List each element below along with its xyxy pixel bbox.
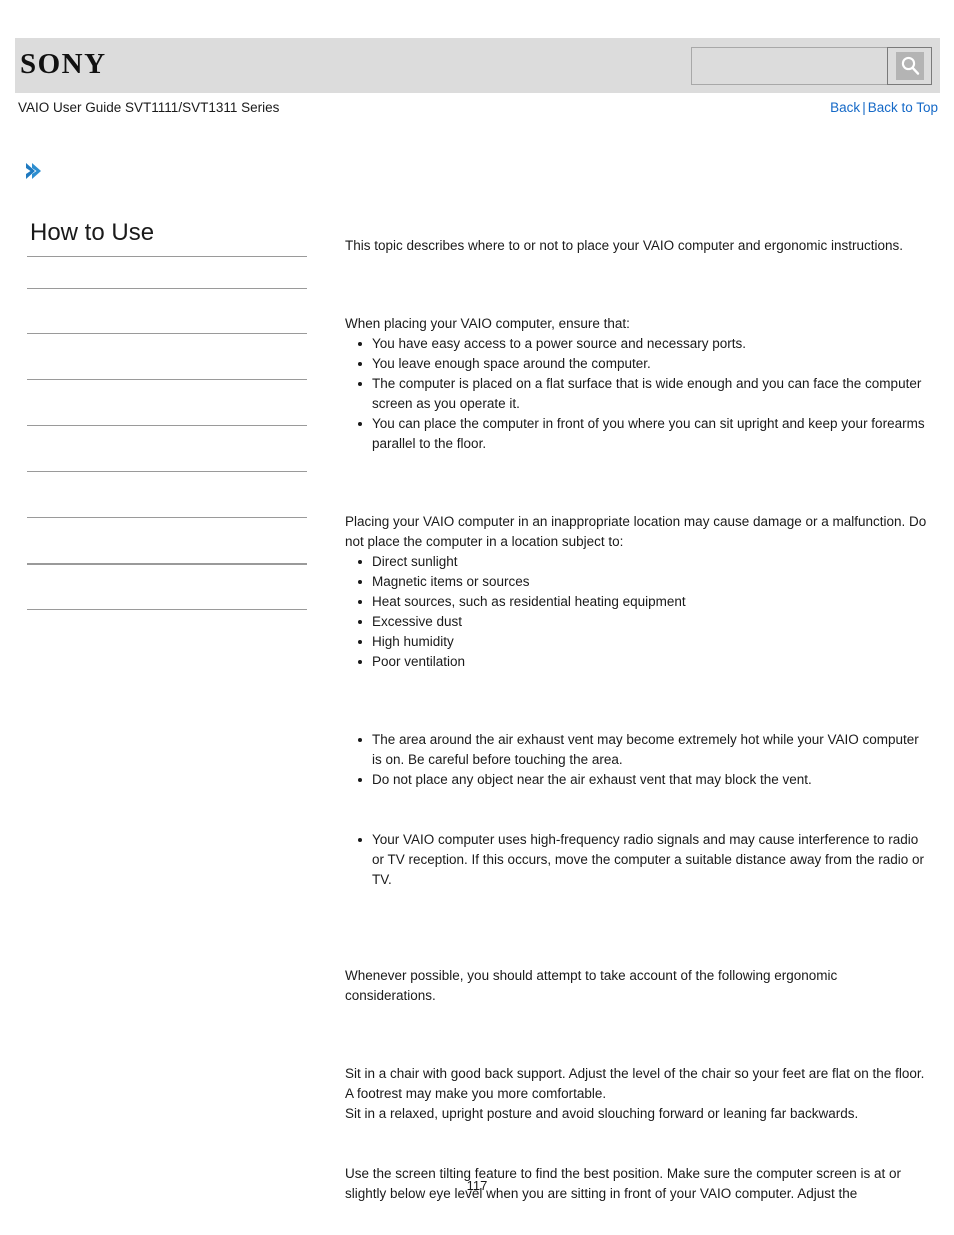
page-title: VAIO User Guide SVT1111/SVT1311 Series [18,100,280,115]
ergonomic-intro-paragraph: Whenever possible, you should attempt to… [345,968,838,1003]
sony-logo: SONY [20,48,107,80]
sidebar: How to Use [27,218,307,610]
sidebar-item-6[interactable] [27,518,307,563]
search-area [691,47,932,85]
page-number: 117 [466,1178,488,1193]
list-item: The area around the air exhaust vent may… [358,730,930,770]
list-item: Excessive dust [358,612,930,632]
list-item: Direct sunlight [358,552,930,572]
list-item: Your VAIO computer uses high-frequency r… [358,830,930,890]
list-item: You have easy access to a power source a… [358,334,930,354]
list-item: Poor ventilation [358,652,930,672]
site-header: SONY [15,38,940,93]
sidebar-item-2[interactable] [27,334,307,379]
sidebar-item-5[interactable] [27,472,307,517]
section-bullet-list: Your VAIO computer uses high-frequency r… [345,830,930,890]
list-item: Heat sources, such as residential heatin… [358,592,930,612]
sidebar-divider [27,609,307,610]
sidebar-item-3[interactable] [27,380,307,425]
list-item: You can place the computer in front of y… [358,414,930,454]
search-button[interactable] [887,47,932,85]
sidebar-item-1[interactable] [27,289,307,333]
content-section-3: Your VAIO computer uses high-frequency r… [345,830,930,890]
sidebar-title: How to Use [30,219,155,246]
chevron-right-icon [26,163,41,179]
header-nav-links: Back | Back to Top [830,100,938,115]
ergonomic-line: Sit in a chair with good back support. A… [345,1066,925,1101]
breadcrumb[interactable] [22,160,46,184]
content-section-1: Placing your VAIO computer in an inappro… [345,512,930,672]
list-item: Do not place any object near the air exh… [358,770,930,790]
list-item: The computer is placed on a flat surface… [358,374,930,414]
section-bullet-list: The area around the air exhaust vent may… [345,730,930,790]
search-input[interactable] [691,47,887,85]
section-bullet-list: You have easy access to a power source a… [345,334,930,454]
list-item: High humidity [358,632,930,652]
back-to-top-link[interactable]: Back to Top [868,100,938,115]
ergonomic-block-0: Sit in a chair with good back support. A… [345,1064,930,1124]
search-icon [895,52,924,80]
list-item: You leave enough space around the comput… [358,354,930,374]
section-paragraph: Placing your VAIO computer in an inappro… [345,514,927,549]
intro-paragraph: This topic describes where to or not to … [345,238,904,253]
main-content: This topic describes where to or not to … [345,236,930,1204]
nav-separator: | [862,100,866,115]
content-section-2: The area around the air exhaust vent may… [345,730,930,790]
section-bullet-list: Direct sunlight Magnetic items or source… [345,552,930,672]
sidebar-item-0[interactable] [27,257,307,288]
sidebar-item-4[interactable] [27,426,307,471]
subheader: VAIO User Guide SVT1111/SVT1311 Series B… [15,100,940,122]
ergonomic-line: Sit in a relaxed, upright posture and av… [345,1106,859,1121]
section-paragraph: When placing your VAIO computer, ensure … [345,316,630,331]
list-item: Magnetic items or sources [358,572,930,592]
sidebar-item-7[interactable] [27,565,307,609]
content-section-0: When placing your VAIO computer, ensure … [345,314,930,454]
back-link[interactable]: Back [830,100,860,115]
